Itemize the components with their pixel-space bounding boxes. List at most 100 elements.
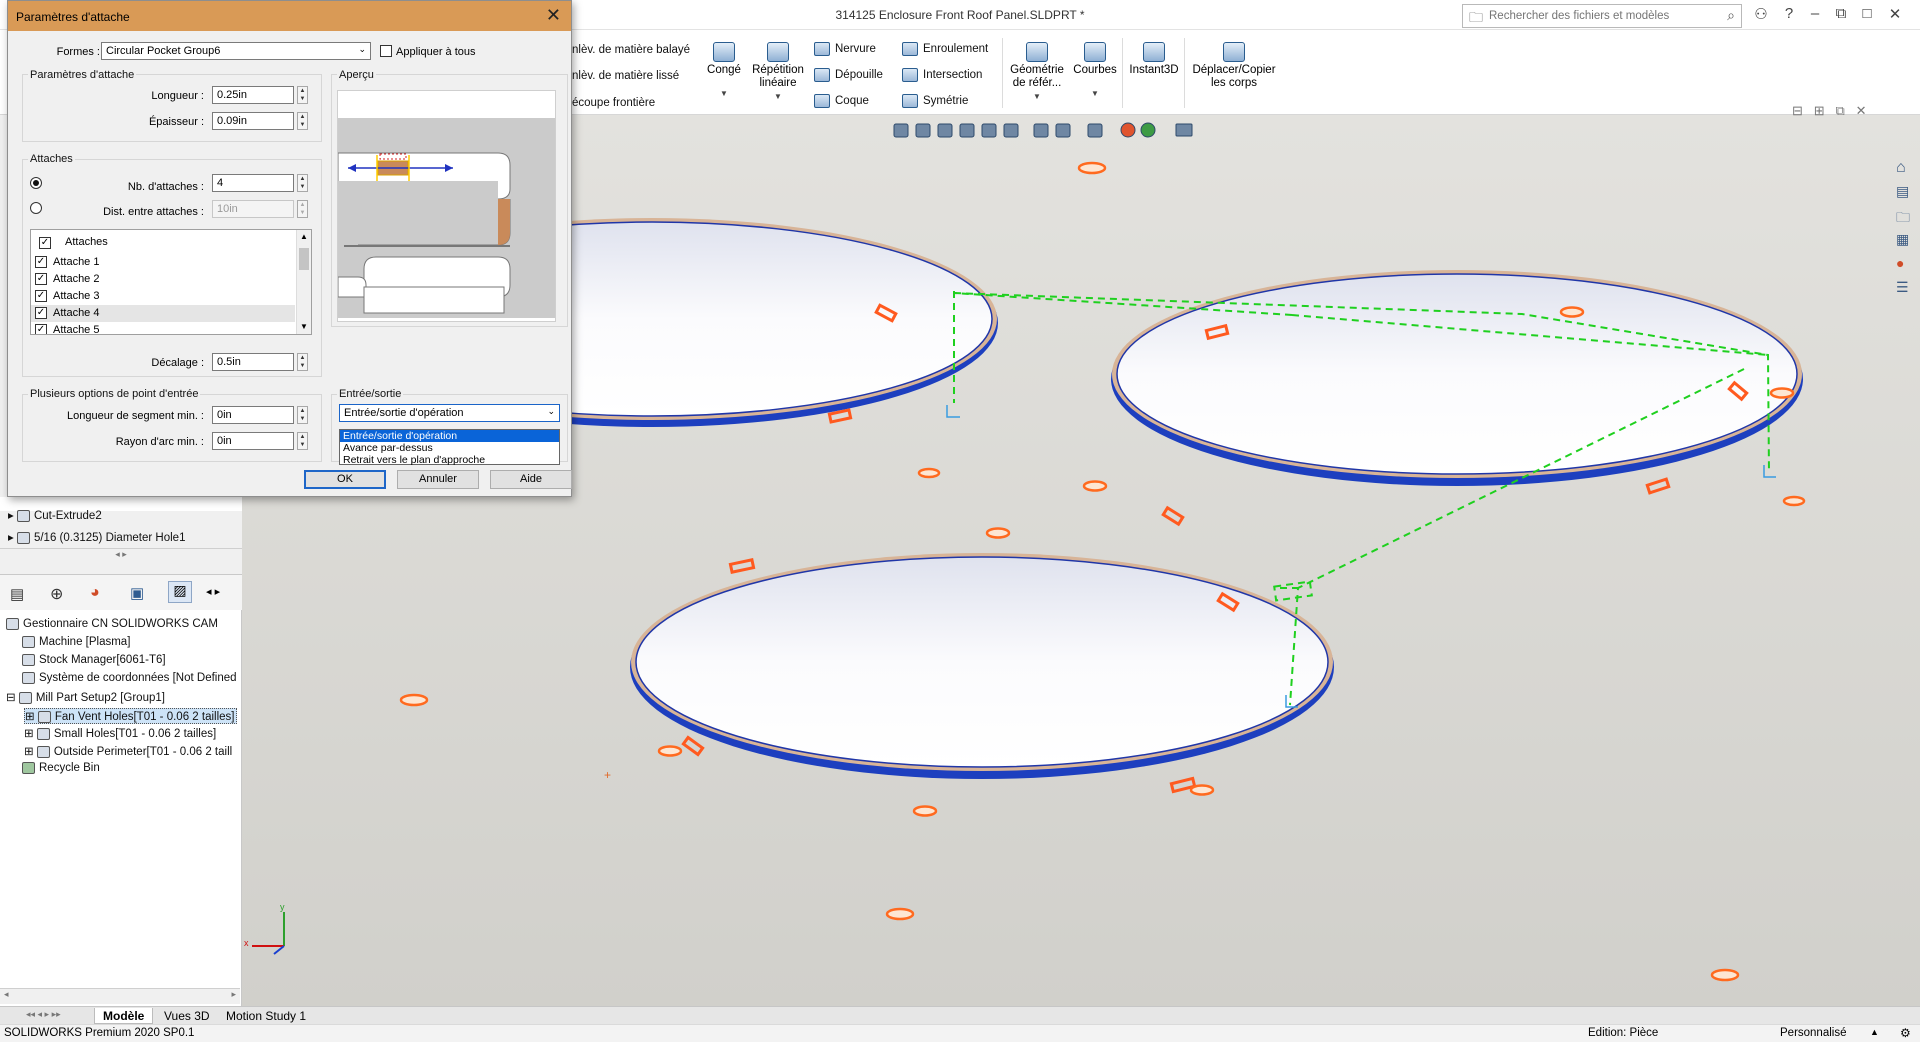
help-button[interactable]: Aide [490, 470, 572, 489]
tree-item-recycle-bin[interactable]: Recycle Bin [22, 762, 100, 774]
user-icon[interactable]: ⚇ [1750, 5, 1772, 23]
offset-spinner[interactable]: ▲ ▼ [297, 353, 308, 371]
tree-item-cut-extrude2[interactable]: ▸ Cut-Extrude2 [8, 508, 102, 522]
tab-model[interactable]: Modèle [94, 1008, 154, 1024]
dropdown-option[interactable]: Avance par-dessus [340, 442, 559, 454]
curves-button[interactable]: Courbes ▼ [1070, 42, 1120, 100]
fillet-button[interactable]: Congé ▼ [702, 42, 746, 100]
chevron-down-icon[interactable]: ▼ [748, 90, 808, 103]
cam-feature-tree-tab-icon[interactable]: ▣ [130, 584, 144, 602]
loft-cut-button[interactable]: nlèv. de matière lissé [572, 70, 679, 82]
instant3d-button[interactable]: Instant3D [1126, 42, 1182, 77]
intersect-button[interactable]: Intersection [902, 68, 982, 82]
list-item[interactable]: ✓ Attache 2 [31, 271, 295, 288]
chevron-down-icon[interactable]: ▼ [297, 320, 311, 334]
tab-count-radio[interactable] [30, 177, 42, 189]
chevron-down-icon[interactable]: ▼ [1006, 90, 1068, 103]
tabs-list-scrollbar[interactable]: ▲ ▼ [296, 230, 311, 334]
min-segment-input[interactable]: 0in [212, 406, 294, 424]
chevron-up-icon[interactable]: ▲ [297, 230, 311, 244]
mirror-button[interactable]: Symétrie [902, 94, 968, 108]
tree-item-mill-setup[interactable]: ⊟ Mill Part Setup2 [Group1] [6, 690, 165, 704]
view-palette-icon[interactable]: ▦ [1896, 231, 1920, 253]
close-icon[interactable]: ✕ [546, 5, 561, 26]
tab-distance-radio[interactable] [30, 202, 42, 214]
min-segment-spinner[interactable]: ▲ ▼ [297, 406, 308, 424]
dialog-title-bar[interactable]: Paramètres d'attache ✕ [8, 1, 571, 31]
boundary-cut-button[interactable]: écoupe frontière [572, 97, 655, 109]
home-icon[interactable]: ⌂ [1896, 159, 1920, 181]
search-box[interactable]: 🗀 ⌕ [1462, 4, 1742, 28]
tab-checkbox[interactable]: ✓ [35, 307, 47, 319]
task-pane-tabs[interactable]: ⌂ ▤ 🗀 ▦ ● ☰ [1896, 159, 1920, 339]
list-item[interactable]: ✓ Attache 4 [31, 305, 295, 322]
file-explorer-icon[interactable]: 🗀 [1896, 207, 1920, 229]
horizontal-scrollbar[interactable]: ◂ ▸ [0, 548, 242, 562]
cam-tree-root[interactable]: Gestionnaire CN SOLIDWORKS CAM [6, 618, 218, 630]
shell-button[interactable]: Coque [814, 94, 869, 108]
tree-item-small-holes[interactable]: ⊞ Small Holes[T01 - 0.06 2 tailles] [24, 726, 216, 740]
tab-checkbox[interactable]: ✓ [35, 273, 47, 285]
dropdown-option[interactable]: Entrée/sortie d'opération [340, 430, 559, 442]
maximize-icon[interactable]: □ [1856, 5, 1878, 22]
design-library-icon[interactable]: ▤ [1896, 183, 1920, 205]
sweep-cut-button[interactable]: nlèv. de matière balayé [572, 44, 690, 56]
close-icon[interactable]: ✕ [1884, 5, 1906, 23]
chevron-down-icon[interactable]: ▼ [1070, 87, 1120, 100]
tree-item-stock-manager[interactable]: Stock Manager[6061-T6] [22, 654, 166, 666]
list-item[interactable]: ✓ Attache 1 [31, 254, 295, 271]
draft-button[interactable]: Dépouille [814, 68, 883, 82]
tree-item-machine[interactable]: Machine [Plasma] [22, 636, 130, 648]
chevron-up-icon[interactable]: ▲ [1870, 1027, 1879, 1037]
cancel-button[interactable]: Annuler [397, 470, 479, 489]
thickness-input[interactable]: 0.09in [212, 112, 294, 130]
move-copy-bodies-button[interactable]: Déplacer/Copier les corps [1188, 42, 1280, 90]
reference-geometry-button[interactable]: Géométrie de référ... ▼ [1006, 42, 1068, 103]
tree-item-coordinate-system[interactable]: Système de coordonnées [Not Defined [22, 672, 237, 684]
feature-manager-tab-icon[interactable]: ▤ [10, 585, 24, 603]
status-units[interactable]: Personnalisé [1780, 1027, 1846, 1039]
tab-count-spinner[interactable]: ▲ ▼ [297, 174, 308, 192]
tabs-header-checkbox[interactable]: ✓ [39, 237, 51, 249]
apply-all-checkbox[interactable] [380, 45, 392, 57]
appearances-icon[interactable]: ● [1896, 255, 1920, 277]
scrollbar-thumb[interactable] [299, 248, 309, 270]
offset-input[interactable]: 0.5in [212, 353, 294, 371]
ok-button[interactable]: OK [304, 470, 386, 489]
custom-properties-icon[interactable]: ☰ [1896, 279, 1920, 301]
list-item[interactable]: ✓ Attache 5 [31, 322, 295, 334]
tree-item-fan-vent-holes[interactable]: ⊞ Fan Vent Holes[T01 - 0.06 2 tailles] [24, 708, 238, 724]
tab-checkbox[interactable]: ✓ [35, 324, 47, 334]
wrap-button[interactable]: Enroulement [902, 42, 988, 56]
linear-pattern-button[interactable]: Répétition linéaire ▼ [748, 42, 808, 103]
min-arc-radius-input[interactable]: 0in [212, 432, 294, 450]
entry-exit-select[interactable]: Entrée/sortie d'opération ⌄ [339, 404, 560, 422]
search-icon[interactable]: ⌕ [1727, 7, 1735, 24]
minimize-icon[interactable]: – [1804, 5, 1826, 22]
chevron-down-icon[interactable]: ▼ [702, 87, 746, 100]
property-manager-tab-icon[interactable]: ⊕ [50, 584, 63, 604]
tree-item-outside-perimeter[interactable]: ⊞ Outside Perimeter[T01 - 0.06 2 taill [24, 744, 232, 758]
help-icon[interactable]: ? [1778, 5, 1800, 22]
length-input[interactable]: 0.25in [212, 86, 294, 104]
thickness-spinner[interactable]: ▲ ▼ [297, 112, 308, 130]
quick-tips-icon[interactable]: ⚙ [1900, 1026, 1911, 1040]
search-input[interactable] [1489, 7, 1713, 25]
shapes-select[interactable]: Circular Pocket Group6 ⌄ [101, 42, 371, 60]
min-arc-radius-spinner[interactable]: ▲ ▼ [297, 432, 308, 450]
tab-checkbox[interactable]: ✓ [35, 290, 47, 302]
dropdown-option[interactable]: Retrait vers le plan d'approche [340, 454, 559, 466]
rib-button[interactable]: Nervure [814, 42, 876, 56]
tab-nav-arrows-icon[interactable]: ◂◂ ◂ ▸ ▸▸ [26, 1009, 61, 1020]
tab-scroll-arrows-icon[interactable]: ◂ ▸ [206, 585, 220, 598]
restore-icon[interactable]: ⧉ [1830, 5, 1852, 22]
tab-count-input[interactable]: 4 [212, 174, 294, 192]
tab-checkbox[interactable]: ✓ [35, 256, 47, 268]
tab-motion-study[interactable]: Motion Study 1 [218, 1008, 314, 1024]
display-manager-tab-icon[interactable]: ◕ [90, 584, 100, 602]
cam-operation-tree-tab-icon[interactable]: ▨ [168, 581, 192, 603]
tree-horizontal-scrollbar[interactable]: ◂ ▸ [0, 988, 240, 1004]
length-spinner[interactable]: ▲ ▼ [297, 86, 308, 104]
tree-item-diameter-hole[interactable]: ▸ 5/16 (0.3125) Diameter Hole1 [8, 530, 185, 544]
tab-3d-views[interactable]: Vues 3D [156, 1008, 218, 1024]
